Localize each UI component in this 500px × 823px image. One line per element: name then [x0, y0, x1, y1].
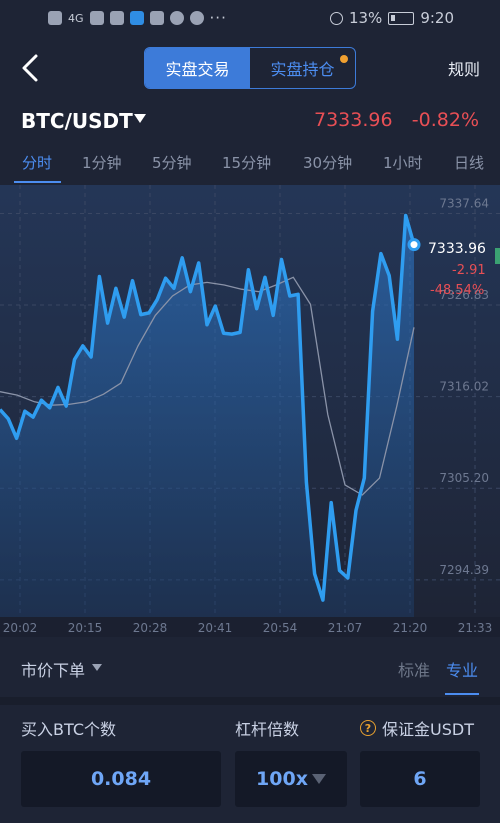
x-tick-label: 20:15	[68, 621, 103, 635]
cloud-icon	[109, 11, 124, 25]
tab-live-positions[interactable]: 实盘持仓	[250, 48, 355, 88]
section-divider	[0, 697, 500, 705]
more-notifications-icon: ···	[209, 9, 227, 27]
price-change: -0.82%	[411, 109, 479, 131]
last-price-marker	[407, 238, 421, 252]
current-price: 7333.96	[314, 109, 393, 131]
margin-label-group: ? 保证金USDT	[360, 716, 474, 740]
chat-icon	[189, 11, 204, 25]
pair-row: BTC/USDT 7333.96 -0.82%	[0, 100, 500, 140]
pair-name[interactable]: BTC/USDT	[21, 109, 133, 133]
y-tick-label: 7316.02	[439, 380, 489, 394]
chevron-left-icon	[22, 54, 38, 82]
leverage-value: 100x	[256, 768, 308, 790]
battery-percent: 13%	[348, 9, 383, 27]
last-price-label: 7333.96	[428, 241, 486, 257]
leverage-select[interactable]: 100x	[235, 751, 347, 807]
shield-icon	[129, 11, 144, 25]
x-tick-label: 20:28	[133, 621, 168, 635]
rules-link[interactable]: 规则	[448, 56, 480, 80]
tab-live-trade[interactable]: 实盘交易	[145, 48, 250, 88]
pair-dropdown-icon[interactable]	[134, 114, 146, 123]
status-bar: 4G ··· 13% 9:20	[0, 0, 500, 36]
price-chart[interactable]: 7337.64 7326.83 7316.02 7305.20 7294.39 20:0…	[0, 185, 500, 637]
quantity-input[interactable]: 0.084	[21, 751, 221, 807]
back-button[interactable]	[16, 50, 48, 86]
alarm-icon	[329, 11, 343, 25]
tab-interval-5m[interactable]: 5分钟	[152, 152, 192, 173]
status-right: 13% 9:20	[329, 9, 454, 27]
mode-underline	[445, 693, 479, 695]
top-header: 实盘交易 实盘持仓 规则	[0, 36, 500, 100]
tab-mode-pro[interactable]: 专业	[446, 657, 478, 681]
trade-segment-control: 实盘交易 实盘持仓	[144, 47, 356, 89]
y-tick-label: 7337.64	[439, 196, 489, 210]
chevron-down-icon[interactable]	[311, 774, 326, 784]
price-axis-marker	[495, 248, 500, 264]
y-tick-label: 7305.20	[439, 471, 489, 485]
tab-interval-1m[interactable]: 1分钟	[82, 152, 122, 173]
tab-interval-15m[interactable]: 15分钟	[222, 152, 271, 173]
y-tick-label: 7294.39	[439, 563, 489, 577]
chevron-down-icon[interactable]	[92, 664, 102, 671]
change-abs-label: -2.91	[452, 263, 486, 278]
tab-interval-timeshare[interactable]: 分时	[22, 152, 52, 173]
x-tick-label: 20:02	[3, 621, 38, 635]
buy-quantity-label: 买入BTC个数	[21, 720, 116, 739]
app-icon	[149, 11, 164, 25]
x-tick-label: 21:20	[393, 621, 428, 635]
interval-tabs: 分时 1分钟 5分钟 15分钟 30分钟 1小时 日线	[0, 142, 500, 184]
order-labels: 买入BTC个数 杠杆倍数 ? 保证金USDT	[0, 712, 500, 742]
tab-interval-day[interactable]: 日线	[454, 152, 484, 173]
order-type-select[interactable]: 市价下单	[21, 657, 85, 681]
order-inputs: 0.084 100x 6	[0, 751, 500, 809]
price-chart-svg: 7337.647326.837316.027305.207294.39 20:0…	[0, 185, 500, 637]
tab-mode-standard[interactable]: 标准	[398, 657, 430, 681]
notification-dot	[340, 55, 348, 63]
change-pct-label: -48.54%	[430, 283, 484, 298]
tab-live-positions-label: 实盘持仓	[270, 60, 335, 79]
message-icon	[169, 11, 184, 25]
tab-interval-1h[interactable]: 1小时	[383, 152, 423, 173]
x-tick-label: 20:54	[263, 621, 298, 635]
x-tick-label: 21:07	[328, 621, 363, 635]
help-icon[interactable]: ?	[360, 720, 376, 736]
order-type-row: 市价下单 标准 专业	[0, 645, 500, 695]
margin-label: 保证金USDT	[382, 720, 474, 739]
status-left: 4G ···	[48, 9, 227, 27]
signal-icon	[89, 11, 104, 25]
margin-input[interactable]: 6	[360, 751, 480, 807]
battery-icon	[388, 11, 415, 25]
tab-interval-30m[interactable]: 30分钟	[303, 152, 352, 173]
network-indicator: 4G	[68, 11, 84, 25]
clock-time: 9:20	[420, 9, 454, 27]
x-tick-label: 21:33	[458, 621, 493, 635]
x-tick-label: 20:41	[198, 621, 233, 635]
leverage-label: 杠杆倍数	[235, 720, 300, 739]
hd-icon	[48, 11, 62, 25]
active-tab-underline	[14, 181, 61, 183]
